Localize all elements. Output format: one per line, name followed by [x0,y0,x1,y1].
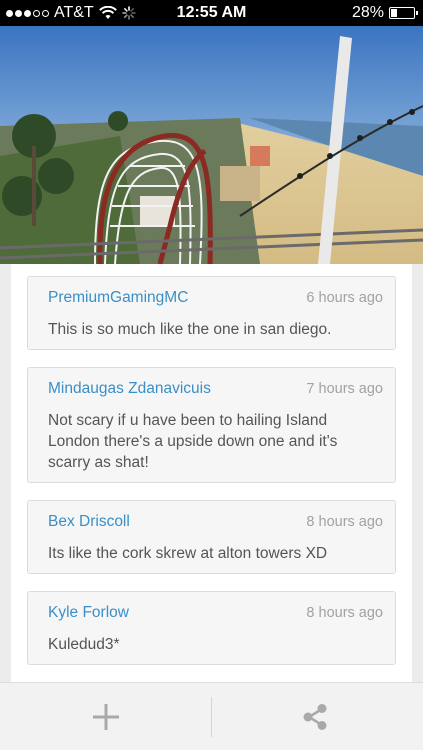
roller-coaster-illustration [0,26,423,264]
comment-header: Mindaugas Zdanavicuis 7 hours ago [48,380,383,398]
comment-card[interactable]: Kyle Forlow 8 hours ago Kuledud3* [27,591,396,665]
plus-icon [93,704,119,730]
bottom-toolbar [0,682,423,750]
comment-card[interactable]: PremiumGamingMC 6 hours ago This is so m… [27,276,396,350]
comment-timestamp: 8 hours ago [306,605,383,621]
toolbar-divider [211,697,212,737]
status-right: 28% [351,4,418,22]
comment-author[interactable]: Bex Driscoll [48,513,130,531]
comment-header: PremiumGamingMC 6 hours ago [48,289,383,307]
comment-timestamp: 8 hours ago [306,514,383,530]
comment-text: Its like the cork skrew at alton towers … [48,545,328,562]
comment-timestamp: 6 hours ago [306,290,383,306]
comments-list[interactable]: PremiumGamingMC 6 hours ago This is so m… [11,264,412,682]
battery-level-fill [391,9,397,17]
share-button[interactable] [293,697,337,737]
add-button[interactable] [84,697,128,737]
battery-percent: 28% [351,4,384,21]
comment-timestamp: 7 hours ago [306,381,383,397]
comment-card[interactable]: Bex Driscoll 8 hours ago Its like the co… [27,500,396,574]
comment-author[interactable]: Kyle Forlow [48,604,129,622]
comment-header: Kyle Forlow 8 hours ago [48,604,383,622]
status-bar: AT&T 12:55 AM 28% [0,0,423,26]
comment-text: Not scary if u have been to hailing Isla… [48,412,338,471]
comment-text: Kuledud3* [48,636,120,653]
comment-header: Bex Driscoll 8 hours ago [48,513,383,531]
comment-author[interactable]: PremiumGamingMC [48,289,188,307]
roller-coaster-photo[interactable] [0,26,423,264]
comment-author[interactable]: Mindaugas Zdanavicuis [48,380,211,398]
share-icon [303,704,327,730]
comment-card[interactable]: Mindaugas Zdanavicuis 7 hours ago Not sc… [27,367,396,483]
comment-text: This is so much like the one in san dieg… [48,321,332,338]
battery-icon [389,7,418,19]
